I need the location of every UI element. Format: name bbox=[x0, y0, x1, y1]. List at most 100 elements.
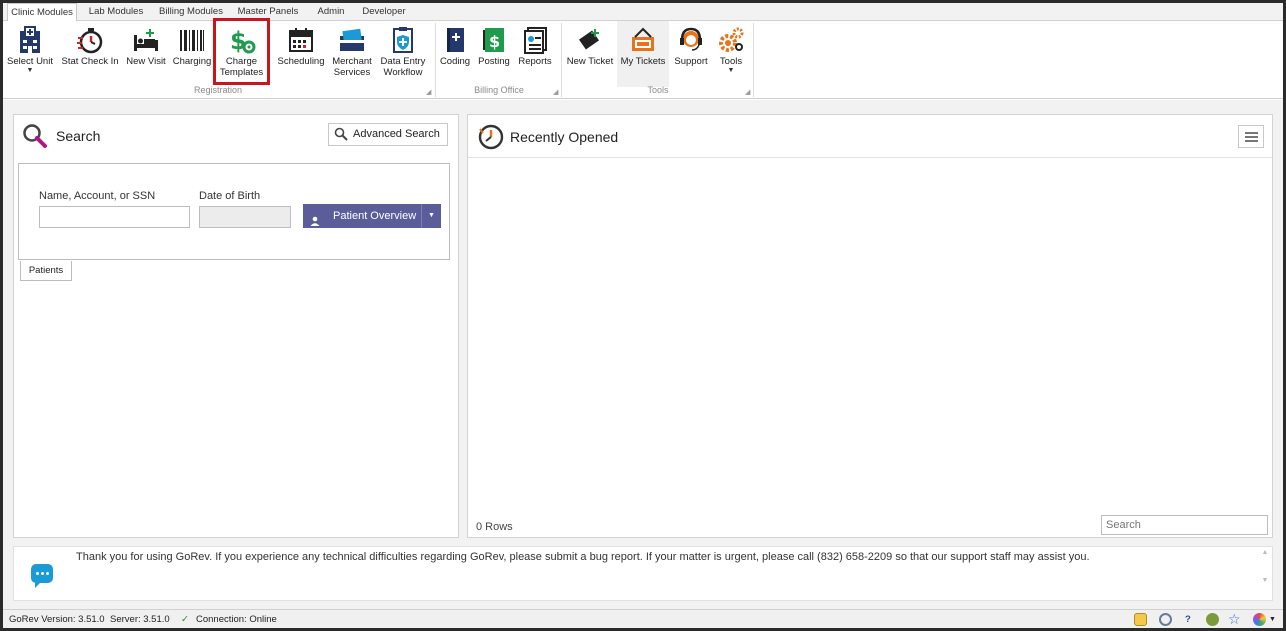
chevron-down-icon[interactable]: ▼ bbox=[421, 204, 441, 228]
date-of-birth-input[interactable] bbox=[199, 206, 291, 228]
stat-check-in-button[interactable]: Stat Check In bbox=[60, 21, 120, 87]
checkmark-icon: ✓ bbox=[181, 614, 189, 625]
svg-text:$: $ bbox=[489, 32, 500, 51]
tab-clinic-modules[interactable]: Clinic Modules bbox=[7, 3, 77, 22]
medical-book-icon bbox=[441, 25, 469, 55]
chevron-down-icon[interactable]: ▼ bbox=[1269, 616, 1276, 623]
headset-agent-icon bbox=[677, 25, 705, 55]
calendar-icon bbox=[287, 25, 315, 55]
ticket-stack-icon bbox=[629, 25, 657, 55]
recently-opened-title: Recently Opened bbox=[510, 129, 619, 145]
dialog-launcher-icon[interactable]: ◢ bbox=[553, 88, 558, 96]
main-area: Search Advanced Search Name, Account, or… bbox=[3, 100, 1283, 609]
bug-icon[interactable] bbox=[1206, 613, 1219, 626]
my-tickets-button[interactable]: My Tickets bbox=[617, 21, 669, 87]
person-icon bbox=[310, 211, 320, 235]
new-visit-label: New Visit bbox=[126, 56, 166, 67]
charging-button[interactable]: Charging bbox=[171, 21, 213, 87]
my-tickets-label: My Tickets bbox=[620, 56, 666, 67]
version-text: GoRev Version: 3.51.0 bbox=[9, 614, 105, 625]
scheduling-button[interactable]: Scheduling bbox=[277, 21, 325, 87]
data-entry-label-1: Data Entry bbox=[380, 56, 426, 67]
color-palette-icon[interactable] bbox=[1253, 613, 1266, 626]
name-account-ssn-input[interactable] bbox=[39, 206, 190, 228]
ticket-add-icon bbox=[576, 25, 604, 55]
tools-button[interactable]: Tools ▼ bbox=[713, 21, 749, 87]
medical-clipboard-icon bbox=[389, 25, 417, 55]
search-panel: Search Advanced Search Name, Account, or… bbox=[13, 114, 459, 538]
merchant-services-button[interactable]: Merchant Services bbox=[329, 21, 375, 87]
reports-document-icon bbox=[521, 25, 549, 55]
search-icon bbox=[334, 127, 348, 149]
tools-label: Tools bbox=[719, 56, 743, 67]
status-bar: GoRev Version: 3.51.0 Server: 3.51.0 ✓ C… bbox=[3, 609, 1283, 628]
lightbulb-icon[interactable] bbox=[1134, 613, 1147, 626]
group-separator bbox=[753, 23, 754, 97]
advanced-search-label: Advanced Search bbox=[353, 128, 440, 140]
group-label-billing-office: Billing Office bbox=[474, 85, 524, 95]
message-scrollbar[interactable]: ▲ ▼ bbox=[1260, 549, 1270, 599]
posting-label: Posting bbox=[478, 56, 510, 67]
stopwatch-icon bbox=[76, 25, 104, 55]
select-unit-button[interactable]: Select Unit ▼ bbox=[6, 21, 54, 87]
patient-search-form: Name, Account, or SSN Date of Birth Pati… bbox=[18, 163, 450, 260]
message-bar: Thank you for using GoRev. If you experi… bbox=[13, 546, 1273, 601]
tab-developer[interactable]: Developer bbox=[359, 3, 409, 21]
date-of-birth-label: Date of Birth bbox=[199, 190, 261, 202]
scheduling-label: Scheduling bbox=[277, 56, 325, 67]
advanced-search-button[interactable]: Advanced Search bbox=[328, 123, 448, 146]
group-label-registration: Registration bbox=[193, 85, 243, 95]
merchant-services-label-1: Merchant bbox=[332, 56, 372, 67]
new-visit-button[interactable]: New Visit bbox=[125, 21, 167, 87]
search-panel-title: Search bbox=[56, 128, 101, 144]
tab-master-panels[interactable]: Master Panels bbox=[233, 3, 303, 21]
reports-label: Reports bbox=[518, 56, 552, 67]
dialog-launcher-icon[interactable]: ◢ bbox=[745, 88, 750, 96]
data-entry-label-2: Workflow bbox=[383, 67, 423, 78]
charge-templates-label-2: Templates bbox=[219, 67, 264, 78]
coding-button[interactable]: Coding bbox=[438, 21, 472, 87]
merchant-services-label-2: Services bbox=[333, 67, 371, 78]
dollar-gear-icon: $ bbox=[228, 25, 256, 55]
patient-overview-button[interactable]: Patient Overview ▼ bbox=[303, 204, 441, 228]
recently-opened-panel: Recently Opened 0 Rows bbox=[467, 114, 1273, 538]
charge-templates-label-1: Charge bbox=[225, 56, 258, 67]
support-label: Support bbox=[674, 56, 708, 67]
ribbon-tab-strip: Clinic Modules Lab Modules Billing Modul… bbox=[3, 3, 1283, 22]
grid-search-input[interactable] bbox=[1101, 515, 1268, 535]
dollar-document-icon: $ bbox=[480, 25, 508, 55]
select-unit-label: Select Unit bbox=[7, 56, 53, 67]
reports-button[interactable]: Reports bbox=[515, 21, 555, 87]
tab-admin[interactable]: Admin bbox=[309, 3, 353, 21]
new-ticket-label: New Ticket bbox=[566, 56, 614, 67]
support-button[interactable]: Support bbox=[671, 21, 711, 87]
patient-overview-label: Patient Overview bbox=[333, 210, 417, 222]
ribbon: Select Unit ▼ Stat Check In New Visit Ch… bbox=[3, 21, 1283, 99]
chevron-down-icon: ▼ bbox=[26, 67, 34, 74]
charge-templates-button[interactable]: $ Charge Templates bbox=[216, 21, 267, 87]
dialog-launcher-icon[interactable]: ◢ bbox=[426, 88, 431, 96]
hamburger-menu-icon[interactable] bbox=[1238, 125, 1264, 148]
new-ticket-button[interactable]: New Ticket bbox=[564, 21, 616, 87]
star-icon[interactable]: ☆ bbox=[1228, 611, 1241, 628]
connection-text: Connection: Online bbox=[196, 614, 277, 625]
tab-lab-modules[interactable]: Lab Modules bbox=[83, 3, 149, 21]
clock-history-icon bbox=[477, 123, 505, 151]
group-separator bbox=[435, 23, 436, 97]
app-window: Clinic Modules Lab Modules Billing Modul… bbox=[3, 3, 1283, 628]
data-entry-workflow-button[interactable]: Data Entry Workflow bbox=[378, 21, 428, 87]
chat-bubble-icon bbox=[31, 564, 53, 588]
tab-patients[interactable]: Patients bbox=[20, 261, 72, 281]
tab-billing-modules[interactable]: Billing Modules bbox=[155, 3, 227, 21]
hospital-bed-icon bbox=[132, 25, 160, 55]
stat-check-in-label: Stat Check In bbox=[61, 56, 119, 67]
help-icon[interactable]: ? bbox=[1185, 614, 1191, 625]
group-separator bbox=[561, 23, 562, 97]
hospital-building-icon bbox=[16, 25, 44, 55]
credit-card-wallet-icon bbox=[338, 25, 366, 55]
support-message-text: Thank you for using GoRev. If you experi… bbox=[76, 551, 1090, 563]
server-text: Server: 3.51.0 bbox=[110, 614, 170, 625]
barcode-icon bbox=[178, 25, 206, 55]
posting-button[interactable]: $ Posting bbox=[476, 21, 512, 87]
gear-icon[interactable] bbox=[1159, 613, 1172, 626]
